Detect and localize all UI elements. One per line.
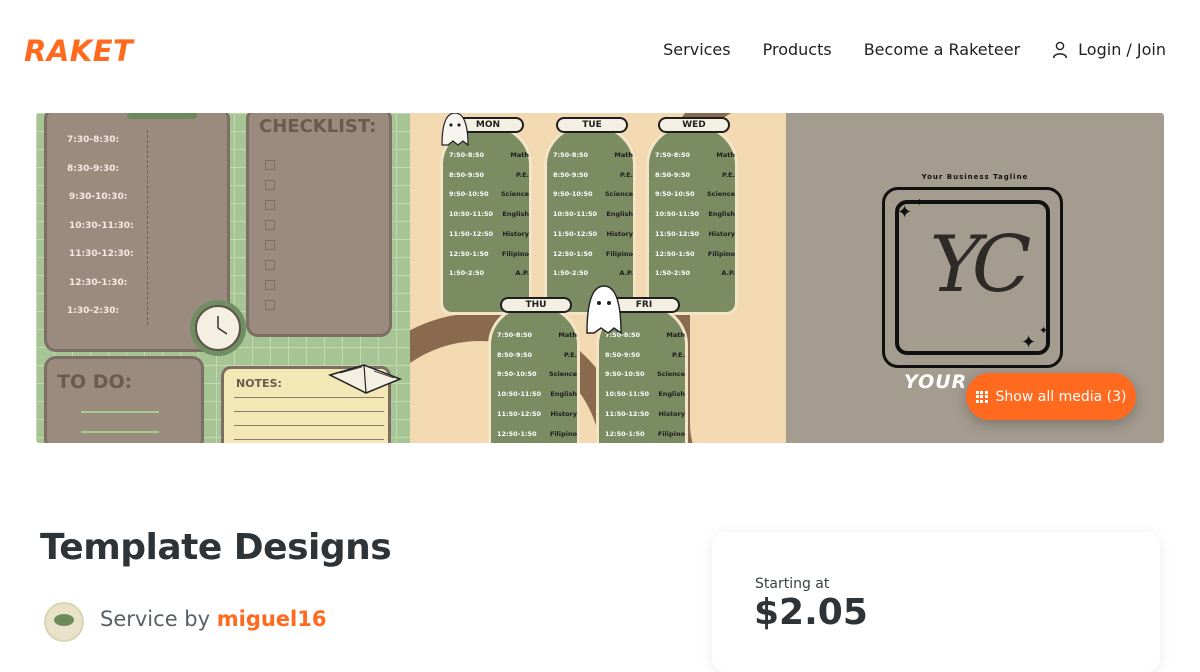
schedule-time: 7:30-8:30: [67,135,120,145]
timetable-row: 10:50-11:50 English [655,210,735,219]
schedule-time: 12:30-1:30: [69,277,128,288]
timetable-image[interactable]: 7:50-8:50 Math 8:50-9:50 P.E. 9:50-10:50 Scie… [410,113,786,443]
schedule-time: 9:30-10:30: [69,192,128,202]
checklist-title: CHECKLIST: [259,116,377,137]
timetable-row: 10:50-11:50 English [449,210,529,219]
book-icon [327,364,403,394]
schedule-time: 8:30-9:30: [67,163,120,174]
timetable-row: 10:50-11:50 English [553,210,633,219]
timetable-row: 8:50-9:50 P.E. [655,170,735,179]
timetable-day-column: 7:50-8:50 Math 8:50-9:50 P.E. 9:50-10:50 Scie… [646,125,738,315]
service-by-label: Service by [100,607,211,631]
schedule-time: 11:30-12:30: [69,249,134,259]
timetable-day-label: THU [500,297,572,313]
seller-avatar[interactable] [44,602,84,642]
timetable-row: 12:50-1:50 Filipino [553,249,633,258]
sparkle-icon: ✦ [915,196,925,209]
service-by-line: Service by miguel16 [100,607,326,631]
starting-at-label: Starting at [755,576,830,592]
nav-become-raketeer[interactable]: Become a Raketeer [864,40,1020,59]
timetable-row: 8:50-9:50 P.E. [605,350,685,359]
timetable-row: 12:50-1:50 Filipino [449,249,529,258]
ghost-icon [441,113,469,147]
timetable-row: 12:50-1:50 Filipino [497,429,577,438]
timetable-row: 8:50-9:50 P.E. [449,170,529,179]
nav-services[interactable]: Services [663,40,730,59]
sparkle-icon: ✦ [1039,324,1049,337]
timetable-day-column: 7:50-8:50 Math 8:50-9:50 P.E. 9:50-10:50 Scie… [488,305,580,443]
sparkle-icon: ✦ [897,202,913,223]
price-value: $2.05 [754,592,868,633]
checklist-card: CHECKLIST: [246,113,392,337]
timetable-day-label: WED [658,117,730,133]
planner-image[interactable]: 7:30-8:30: 8:30-9:30: 9:30-10:30: 10:30-11:… [36,113,410,443]
timetable-row: 11:50-12:50 History [497,409,577,418]
show-all-media-label: Show all media (3) [995,388,1127,405]
timetable-row: 9:50-10:50 Science [605,370,685,379]
timetable-row: 11:50-12:50 History [553,229,633,238]
timetable-row: 8:50-9:50 P.E. [553,170,633,179]
logo-frame: YC ✦ ✦ ✦ ✦ [882,187,1063,368]
pricing-card: Starting at $2.05 [712,532,1160,672]
sparkle-icon: ✦ [1021,332,1037,353]
timetable-row: 1:50-2:50 A.P. [553,269,633,278]
grid-icon [975,390,988,403]
timetable-row: 10:50-11:50 English [605,390,685,399]
schedule-time: 10:30-11:30: [69,220,134,231]
timetable-row: 7:50-8:50 Math [449,151,529,159]
clock-icon [190,300,246,356]
timetable-row: 9:50-10:50 Science [497,370,577,379]
schedule-time: 1:30-2:30: [67,306,120,316]
timetable-day-label: TUE [556,117,628,133]
timetable-row: 12:50-1:50 Filipino [605,429,685,438]
login-join-label: Login / Join [1078,40,1166,59]
show-all-media-button[interactable]: Show all media (3) [966,373,1136,420]
timetable-row: 7:50-8:50 Math [655,151,735,159]
logo-monogram: YC [929,220,1032,310]
timetable-row: 1:50-2:50 A.P. [655,269,735,278]
main-nav: Services Products Become a Raketeer Logi… [663,40,1166,59]
seller-link[interactable]: miguel16 [217,607,327,631]
timetable-row: 10:50-11:50 English [497,390,577,399]
nav-products[interactable]: Products [763,40,832,59]
timetable-row: 8:50-9:50 P.E. [497,350,577,359]
login-join-link[interactable]: Login / Join [1052,40,1166,59]
notes-title: NOTES: [236,377,282,390]
logo-tagline: Your Business Tagline [921,173,1029,181]
timetable-row: 9:50-10:50 Science [655,190,735,199]
raket-logo[interactable]: RAKET [24,34,133,68]
timetable-row: 1:50-2:50 A.P. [449,269,529,278]
timetable-row: 11:50-12:50 History [449,229,529,238]
timetable-day-column: 7:50-8:50 Math 8:50-9:50 P.E. 9:50-10:50 Scie… [440,125,532,315]
todo-card: TO DO: [44,356,204,443]
ghost-icon [586,285,622,335]
user-icon [1052,41,1068,59]
schedule-times: 7:30-8:30: 8:30-9:30: 9:30-10:30: 10:30-11:… [67,126,134,326]
timetable-row: 9:50-10:50 Science [449,190,529,199]
timetable-row: 12:50-1:50 Filipino [655,249,735,258]
todo-title: TO DO: [57,371,133,393]
site-header: RAKET Services Products Become a Raketee… [0,0,1200,100]
timetable-row: 11:50-12:50 History [605,409,685,418]
service-title: Template Designs [40,527,392,568]
timetable-row: 9:50-10:50 Science [553,190,633,199]
timetable-row: 11:50-12:50 History [655,229,735,238]
timetable-row: 7:50-8:50 Math [553,151,633,159]
timetable-row: 7:50-8:50 Math [497,331,577,339]
